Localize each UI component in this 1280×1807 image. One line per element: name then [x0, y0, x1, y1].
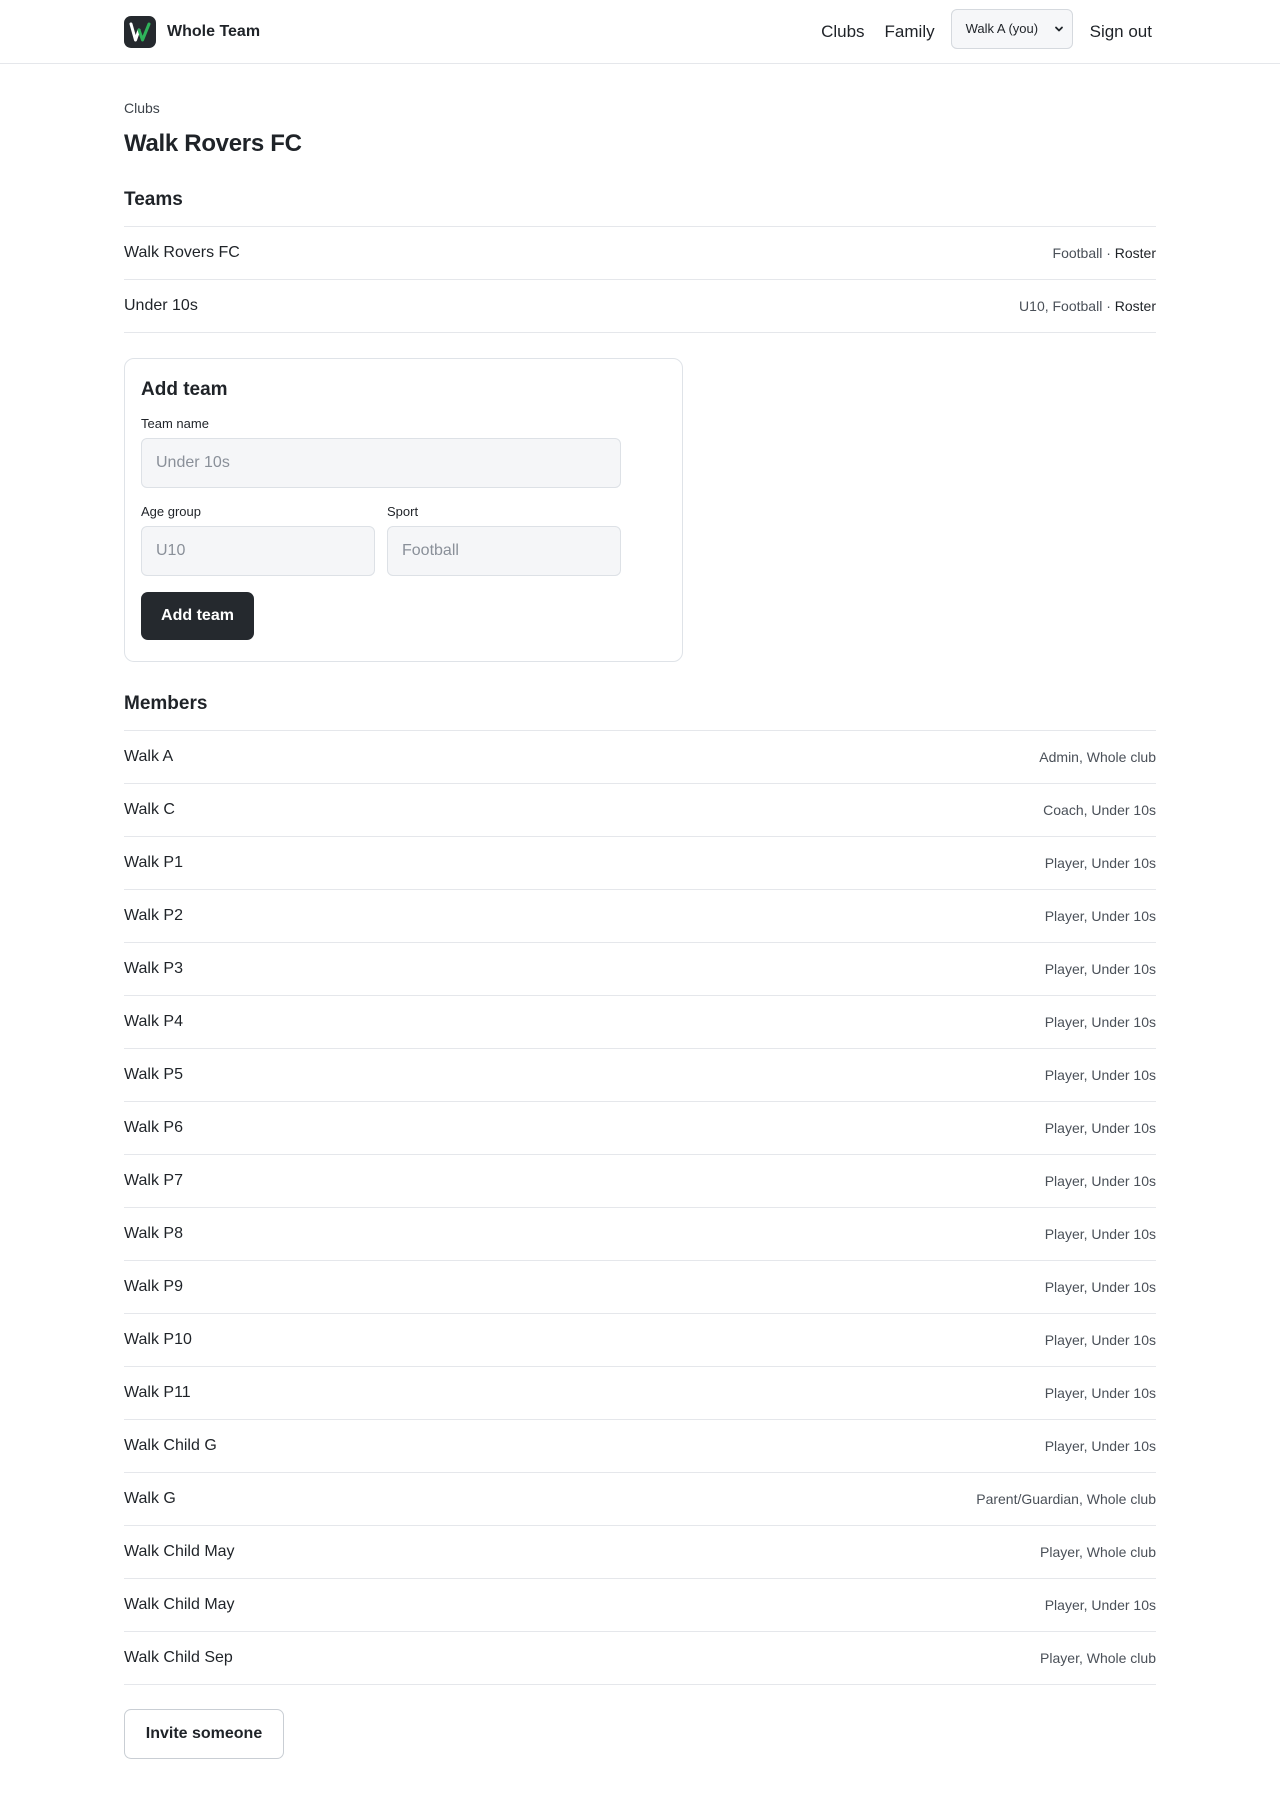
- team-name-field: Team name Under 10s: [141, 415, 666, 488]
- member-role: Player, Under 10s: [1044, 1597, 1156, 1613]
- member-role: Player, Under 10s: [1044, 1173, 1156, 1189]
- member-role: Coach, Under 10s: [1043, 802, 1156, 818]
- add-team-card: Add team Team name Under 10s Age group U…: [124, 358, 683, 662]
- member-row[interactable]: Walk P8 Player, Under 10s: [124, 1207, 1156, 1260]
- team-row[interactable]: Walk Rovers FC Football · Roster: [124, 226, 1156, 279]
- member-role: Player, Whole club: [1040, 1650, 1156, 1666]
- member-name[interactable]: Walk P5: [124, 1066, 183, 1084]
- member-name[interactable]: Walk C: [124, 801, 175, 819]
- user-switcher-select[interactable]: Walk A (you): [950, 8, 1073, 49]
- member-role: Player, Whole club: [1040, 1544, 1156, 1560]
- chevron-down-icon: [1054, 26, 1063, 31]
- breadcrumb[interactable]: Clubs: [124, 99, 1156, 117]
- member-role: Player, Under 10s: [1044, 1332, 1156, 1348]
- member-row[interactable]: Walk C Coach, Under 10s: [124, 783, 1156, 836]
- team-row[interactable]: Under 10s U10, Football · Roster: [124, 279, 1156, 332]
- member-name[interactable]: Walk P10: [124, 1331, 192, 1349]
- top-bar: Whole Team Clubs Family Walk A (you) Sig…: [0, 0, 1280, 64]
- member-name[interactable]: Walk P6: [124, 1119, 183, 1137]
- member-row[interactable]: Walk Child G Player, Under 10s: [124, 1419, 1156, 1472]
- team-name-input[interactable]: Under 10s: [141, 438, 621, 488]
- member-role: Parent/Guardian, Whole club: [976, 1491, 1156, 1507]
- member-name[interactable]: Walk Child G: [124, 1437, 217, 1455]
- user-switcher-value: Walk A (you): [965, 21, 1039, 36]
- sign-out-link[interactable]: Sign out: [1090, 22, 1152, 42]
- member-row[interactable]: Walk P6 Player, Under 10s: [124, 1101, 1156, 1154]
- member-name[interactable]: Walk Child Sep: [124, 1649, 233, 1667]
- member-row[interactable]: Walk P4 Player, Under 10s: [124, 995, 1156, 1048]
- member-role: Player, Under 10s: [1044, 1067, 1156, 1083]
- team-meta: U10, Football · Roster: [1019, 298, 1156, 314]
- member-name[interactable]: Walk A: [124, 748, 173, 766]
- member-row[interactable]: Walk P7 Player, Under 10s: [124, 1154, 1156, 1207]
- member-name[interactable]: Walk P8: [124, 1225, 183, 1243]
- team-meta-text: Football ·: [1052, 245, 1115, 261]
- member-role: Player, Under 10s: [1044, 855, 1156, 871]
- page-title: Walk Rovers FC: [124, 130, 302, 157]
- member-role: Player, Under 10s: [1044, 1438, 1156, 1454]
- team-name-label: Team name: [141, 416, 209, 431]
- main-nav: Clubs Family Walk A (you) Sign out: [821, 8, 1152, 49]
- member-row[interactable]: Walk P11 Player, Under 10s: [124, 1366, 1156, 1419]
- invite-someone-button[interactable]: Invite someone: [124, 1709, 284, 1759]
- member-row[interactable]: Walk P1 Player, Under 10s: [124, 836, 1156, 889]
- member-role: Player, Under 10s: [1044, 961, 1156, 977]
- main-content: Clubs Walk Rovers FC Teams Walk Rovers F…: [0, 99, 1280, 1759]
- roster-link[interactable]: Roster: [1115, 298, 1156, 314]
- member-row[interactable]: Walk P10 Player, Under 10s: [124, 1313, 1156, 1366]
- member-row[interactable]: Walk Child May Player, Under 10s: [124, 1578, 1156, 1631]
- sport-label: Sport: [387, 504, 419, 519]
- member-name[interactable]: Walk P9: [124, 1278, 183, 1296]
- member-role: Player, Under 10s: [1044, 1120, 1156, 1136]
- members-heading: Members: [124, 693, 208, 714]
- member-name[interactable]: Walk P3: [124, 960, 183, 978]
- member-name[interactable]: Walk G: [124, 1490, 176, 1508]
- age-group-input[interactable]: U10: [141, 526, 375, 576]
- team-meta: Football · Roster: [1053, 245, 1156, 261]
- member-role: Player, Under 10s: [1044, 1014, 1156, 1030]
- member-row[interactable]: Walk P9 Player, Under 10s: [124, 1260, 1156, 1313]
- member-name[interactable]: Walk P2: [124, 907, 183, 925]
- member-role: Player, Under 10s: [1044, 1226, 1156, 1242]
- age-group-field: Age group U10: [141, 503, 375, 576]
- member-role: Player, Under 10s: [1044, 908, 1156, 924]
- team-name[interactable]: Walk Rovers FC: [124, 244, 240, 262]
- member-row[interactable]: Walk P2 Player, Under 10s: [124, 889, 1156, 942]
- member-row[interactable]: Walk A Admin, Whole club: [124, 730, 1156, 783]
- members-list: Walk A Admin, Whole club Walk C Coach, Unde…: [124, 730, 1156, 1685]
- team-meta-text: U10, Football ·: [1019, 298, 1115, 314]
- team-name[interactable]: Under 10s: [124, 297, 198, 315]
- member-name[interactable]: Walk P7: [124, 1172, 183, 1190]
- teams-heading: Teams: [124, 189, 183, 210]
- whole-team-logo-icon: [124, 15, 156, 48]
- brand[interactable]: Whole Team: [124, 15, 261, 48]
- sport-field: Sport Football: [387, 503, 621, 576]
- member-role: Player, Under 10s: [1044, 1385, 1156, 1401]
- age-group-label: Age group: [141, 504, 201, 519]
- member-row[interactable]: Walk P5 Player, Under 10s: [124, 1048, 1156, 1101]
- member-name[interactable]: Walk P4: [124, 1013, 183, 1031]
- add-team-button[interactable]: Add team: [141, 592, 254, 640]
- member-name[interactable]: Walk P11: [124, 1384, 191, 1402]
- teams-list: Walk Rovers FC Football · Roster Under 1…: [124, 226, 1156, 333]
- member-row[interactable]: Walk P3 Player, Under 10s: [124, 942, 1156, 995]
- nav-clubs-link[interactable]: Clubs: [821, 22, 864, 42]
- add-team-heading: Add team: [141, 379, 228, 400]
- member-row[interactable]: Walk G Parent/Guardian, Whole club: [124, 1472, 1156, 1525]
- sport-input[interactable]: Football: [387, 526, 621, 576]
- roster-link[interactable]: Roster: [1115, 245, 1156, 261]
- member-role: Admin, Whole club: [1039, 749, 1156, 765]
- age-sport-row: Age group U10 Sport Football: [141, 503, 666, 576]
- member-name[interactable]: Walk Child May: [124, 1596, 235, 1614]
- member-name[interactable]: Walk P1: [124, 854, 183, 872]
- member-row[interactable]: Walk Child Sep Player, Whole club: [124, 1631, 1156, 1684]
- member-row[interactable]: Walk Child May Player, Whole club: [124, 1525, 1156, 1578]
- nav-family-link[interactable]: Family: [885, 22, 935, 42]
- member-name[interactable]: Walk Child May: [124, 1543, 235, 1561]
- member-role: Player, Under 10s: [1044, 1279, 1156, 1295]
- brand-name: Whole Team: [167, 22, 261, 40]
